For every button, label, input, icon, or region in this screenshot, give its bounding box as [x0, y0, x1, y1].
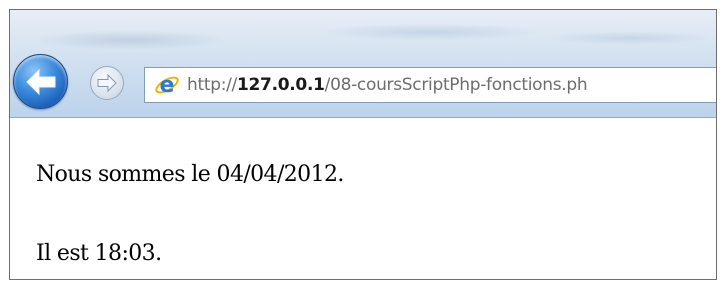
- address-bar[interactable]: e http://127.0.0.1/08-coursScriptPhp-fon…: [144, 67, 716, 103]
- url-path: /08-coursScriptPhp-fonctions.ph: [324, 75, 588, 95]
- url-scheme: http://: [187, 75, 237, 95]
- date-text: Nous sommes le 04/04/2012.: [36, 162, 344, 187]
- time-text: Il est 18:03.: [36, 241, 162, 266]
- back-arrow-icon: [25, 68, 55, 95]
- browser-toolbar: e http://127.0.0.1/08-coursScriptPhp-fon…: [10, 10, 716, 118]
- url-host: 127.0.0.1: [236, 75, 325, 95]
- svg-text:e: e: [160, 73, 175, 98]
- ie-logo-icon: e: [155, 73, 179, 98]
- page-content: Nous sommes le 04/04/2012. Il est 18:03.: [10, 118, 716, 279]
- url-text: http://127.0.0.1/08-coursScriptPhp-fonct…: [187, 75, 588, 95]
- forward-arrow-icon: [97, 74, 117, 92]
- back-button[interactable]: [13, 54, 68, 109]
- forward-button[interactable]: [90, 66, 124, 100]
- browser-window: e http://127.0.0.1/08-coursScriptPhp-fon…: [9, 9, 717, 280]
